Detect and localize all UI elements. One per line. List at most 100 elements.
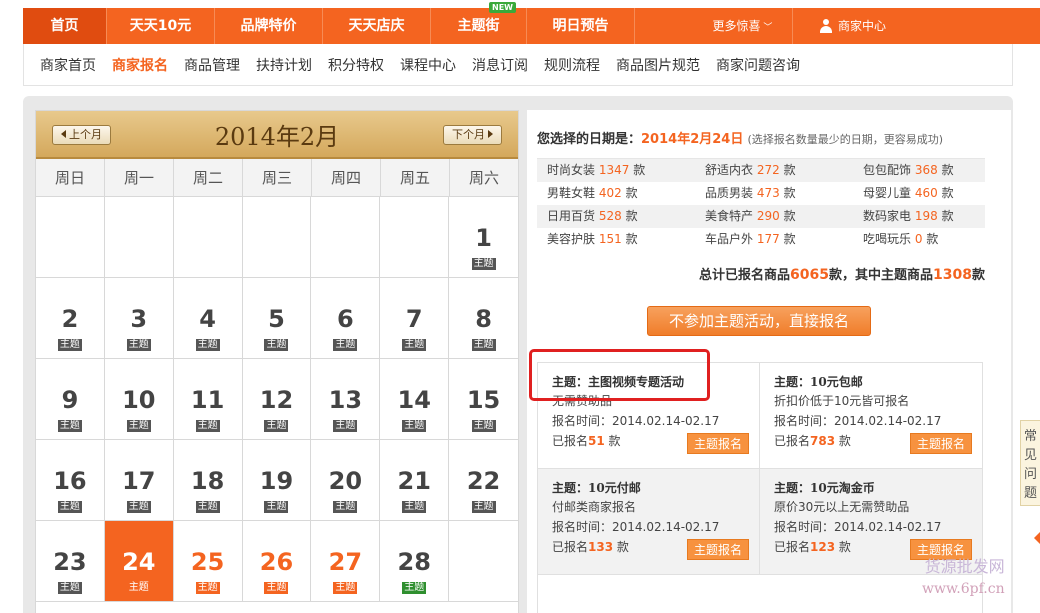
- calendar-day[interactable]: 24 主题: [104, 521, 174, 602]
- subnav-item-2[interactable]: 商品管理: [176, 55, 248, 75]
- nav-item-3[interactable]: 天天店庆: [323, 8, 431, 44]
- theme-tag: 主题: [402, 582, 427, 594]
- day-number: 27: [328, 548, 363, 576]
- calendar-day[interactable]: 14 主题: [380, 359, 450, 440]
- day-number: 2: [61, 305, 79, 333]
- calendar-day[interactable]: 26 主题: [242, 521, 312, 602]
- category-count: 177: [756, 232, 780, 246]
- category-item: 车品户外 177 款: [695, 228, 853, 251]
- calendar-day[interactable]: 19 主题: [242, 440, 312, 521]
- day-number: 13: [328, 386, 363, 414]
- calendar-day[interactable]: 4 主题: [173, 278, 243, 359]
- merchant-center-link[interactable]: 商家中心: [793, 8, 913, 44]
- calendar-day[interactable]: 23 主题: [36, 521, 105, 602]
- calendar-day[interactable]: 13 主题: [311, 359, 381, 440]
- theme-tag: 主题: [402, 339, 427, 351]
- calendar-day[interactable]: 6 主题: [311, 278, 381, 359]
- calendar-day[interactable]: 5 主题: [242, 278, 312, 359]
- calendar-day[interactable]: 20 主题: [311, 440, 381, 521]
- category-item: 美食特产 290 款: [695, 205, 853, 228]
- theme-register-button[interactable]: 主题报名: [686, 433, 749, 454]
- calendar-day[interactable]: 3 主题: [104, 278, 174, 359]
- theme-registered-count: 123: [810, 540, 836, 554]
- theme-tag: 主题: [333, 501, 358, 513]
- calendar-day[interactable]: 18 主题: [173, 440, 243, 521]
- subnav-item-6[interactable]: 消息订阅: [464, 55, 536, 75]
- calendar-day[interactable]: 16 主题: [36, 440, 105, 521]
- calendar-day[interactable]: 15 主题: [449, 359, 518, 440]
- calendar-day[interactable]: 1 主题: [449, 197, 518, 278]
- calendar-day[interactable]: 11 主题: [173, 359, 243, 440]
- merchant-subnav: 商家首页 商家报名 商品管理 扶持计划 积分特权 课程中心 消息订阅 规则流程 商品图片规范 商家…: [23, 44, 1013, 86]
- weekday-header: 周日 周一 周二 周三 周四 周五 周六: [36, 159, 518, 197]
- next-month-button[interactable]: 下个月: [443, 125, 502, 145]
- category-count: 460: [914, 186, 938, 200]
- calendar-day[interactable]: 27 主题: [311, 521, 381, 602]
- prev-month-button[interactable]: 上个月: [52, 125, 111, 145]
- day-number: 5: [268, 305, 285, 333]
- count-suffix: 款: [616, 540, 629, 554]
- calendar-day[interactable]: 21 主题: [380, 440, 450, 521]
- chevron-down-icon: ﹀: [760, 23, 773, 33]
- direct-register-button[interactable]: 不参加主题活动，直接报名: [647, 306, 871, 336]
- count-prefix: 已报名: [552, 540, 589, 554]
- nav-item-1[interactable]: 天天10元: [107, 8, 215, 44]
- day-number: 16: [53, 467, 87, 495]
- selection-hint: (选择报名数量最少的日期，更容易成功): [747, 133, 944, 146]
- calendar-day[interactable]: 12 主题: [242, 359, 312, 440]
- day-number: 1: [475, 224, 492, 252]
- subnav-item-1[interactable]: 商家报名: [104, 55, 176, 75]
- theme-tag: 主题: [264, 420, 289, 432]
- calendar-day[interactable]: 7 主题: [380, 278, 450, 359]
- subnav-item-7[interactable]: 规则流程: [536, 55, 608, 75]
- nav-item-label: 天天10元: [129, 18, 192, 34]
- theme-title: 主题：10元包邮: [774, 375, 863, 389]
- calendar-day[interactable]: 17 主题: [104, 440, 174, 521]
- category-counts: 时尚女装 1347 款舒适内衣 272 款包包配饰 368 款男鞋女鞋 402 …: [537, 158, 985, 251]
- calendar: 上个月 2014年2月 下个月 周日 周一 周二 周三 周四 周五 周六 1 主题 2 主题 3 主题…: [35, 110, 519, 613]
- calendar-day[interactable]: 22 主题: [449, 440, 518, 521]
- calendar-empty-cell: [311, 197, 381, 278]
- calendar-day[interactable]: 25 主题: [173, 521, 243, 602]
- theme-register-button[interactable]: 主题报名: [686, 539, 749, 560]
- totals-line: 总计已报名商品6065款，其中主题商品1308款: [699, 267, 985, 283]
- faq-char: 常: [1023, 429, 1037, 444]
- top-nav: 首页 天天10元 品牌特价 天天店庆 主题街 NEW 明日预告 更多惊喜 ﹀ 商家中心: [23, 2, 1040, 44]
- day-number: 19: [259, 467, 294, 495]
- category-name: 男鞋女鞋: [547, 186, 596, 200]
- theme-desc: 付邮类商家报名: [552, 500, 637, 514]
- category-name: 数码家电: [863, 209, 912, 223]
- category-count: 151: [598, 232, 622, 246]
- theme-tag: 主题: [57, 582, 82, 594]
- nav-item-0[interactable]: 首页: [23, 8, 107, 44]
- category-name: 美食特产: [705, 209, 754, 223]
- more-surprises-dropdown[interactable]: 更多惊喜 ﹀: [693, 8, 793, 44]
- subnav-item-5[interactable]: 课程中心: [392, 55, 464, 75]
- day-number: 26: [259, 548, 294, 576]
- nav-item-2[interactable]: 品牌特价: [215, 8, 323, 44]
- day-number: 24: [122, 548, 156, 576]
- calendar-day[interactable]: 28 主题: [380, 521, 450, 602]
- calendar-day[interactable]: 2 主题: [36, 278, 105, 359]
- subnav-item-4[interactable]: 积分特权: [320, 55, 392, 75]
- theme-tag: 主题: [333, 582, 358, 594]
- subnav-item-9[interactable]: 商家问题咨询: [708, 55, 808, 75]
- nav-item-5[interactable]: 明日预告: [527, 8, 635, 44]
- calendar-day[interactable]: 9 主题: [36, 359, 105, 440]
- calendar-day[interactable]: 8 主题: [449, 278, 518, 359]
- faq-side-tab[interactable]: 常见问题: [1020, 420, 1040, 506]
- nav-item-label: 品牌特价: [240, 18, 297, 34]
- nav-item-label: 明日预告: [552, 18, 609, 34]
- subnav-item-8[interactable]: 商品图片规范: [608, 55, 708, 75]
- nav-item-4[interactable]: 主题街 NEW: [431, 2, 527, 44]
- theme-tag: 主题: [402, 501, 427, 513]
- subnav-item-3[interactable]: 扶持计划: [248, 55, 320, 75]
- faq-char: 题: [1023, 486, 1037, 501]
- theme-tag: 主题: [57, 501, 82, 513]
- theme-tag: 主题: [402, 420, 427, 432]
- theme-tag: 主题: [57, 420, 82, 432]
- day-number: 11: [190, 386, 225, 414]
- subnav-item-0[interactable]: 商家首页: [32, 55, 104, 75]
- calendar-day[interactable]: 10 主题: [104, 359, 174, 440]
- theme-register-button[interactable]: 主题报名: [909, 433, 972, 454]
